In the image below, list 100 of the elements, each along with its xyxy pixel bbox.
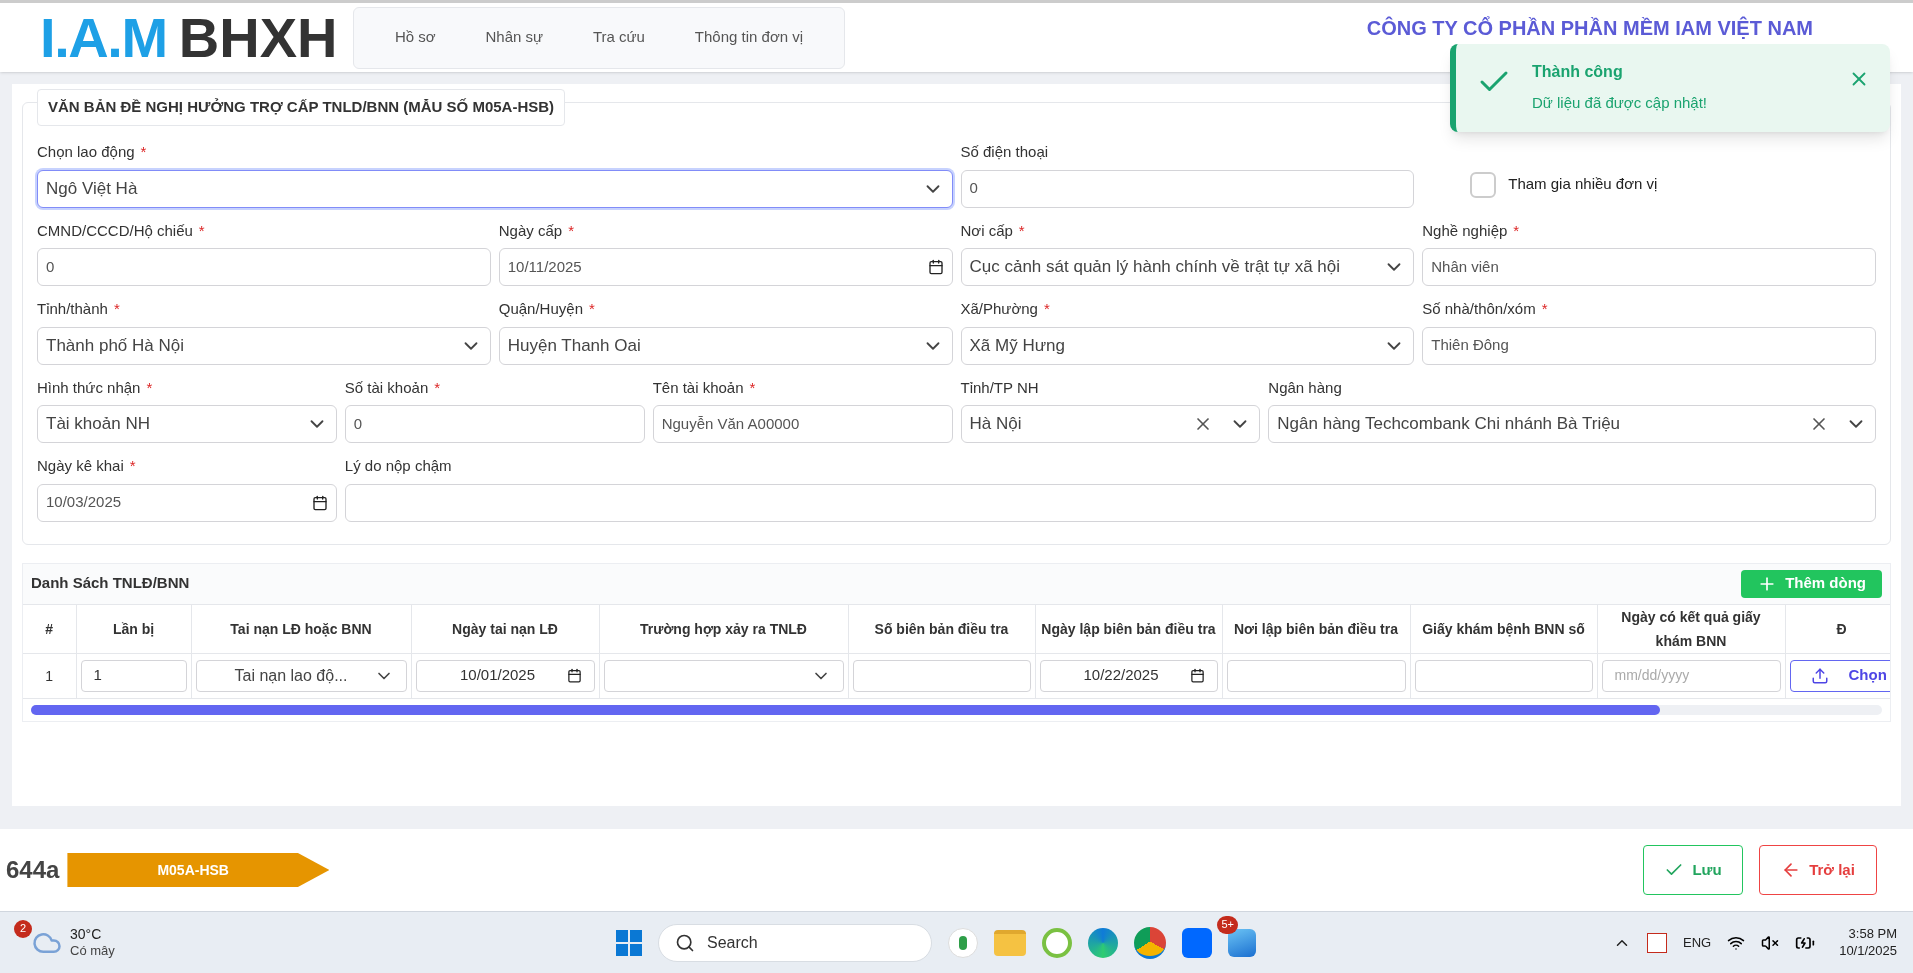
weather-condition: Có mây xyxy=(70,943,115,960)
column-header: Giấy khám bệnh BNN số xyxy=(1422,620,1585,637)
date-field[interactable]: 10/11/2025 xyxy=(498,248,953,286)
field-label: Số nhà/thôn/xóm xyxy=(1422,299,1536,319)
back-button[interactable]: Trở lại xyxy=(1759,845,1877,895)
form-title: VĂN BẢN ĐỀ NGHỊ HƯỞNG TRỢ CẤP TNLD/BNN (MẪU SỐ M05A-HSB) xyxy=(37,89,566,126)
temperature: 30°C xyxy=(70,925,103,944)
required-mark: * xyxy=(749,377,756,398)
dropdown-field[interactable]: Xã Mỹ Hưng xyxy=(960,326,1415,365)
toast-title: Thành công xyxy=(1532,62,1624,82)
clock-date: 10/1/2025 xyxy=(1839,942,1897,959)
table-title: Danh Sách TNLĐ/BNN xyxy=(31,573,190,594)
calendar-icon[interactable] xyxy=(927,259,944,275)
nav-item[interactable]: Nhân sự xyxy=(485,26,544,49)
date-field[interactable]: 10/01/2025 xyxy=(415,659,595,692)
language-indicator[interactable]: ENG xyxy=(1683,932,1712,953)
required-mark: * xyxy=(589,299,595,319)
search-icon xyxy=(675,932,695,953)
photos-icon[interactable] xyxy=(1228,928,1256,957)
field-label: Hình thức nhận xyxy=(37,377,141,398)
dropdown-field[interactable]: Cục cảnh sát quản lý hành chính về trật tự xã hội xyxy=(960,248,1415,286)
field-label: Số điện thoại xyxy=(960,142,1049,162)
calendar-icon[interactable] xyxy=(311,494,328,511)
field-label: Số tài khoản xyxy=(344,377,429,398)
input-field[interactable]: Thiên Đông xyxy=(1422,326,1876,365)
start-icon[interactable] xyxy=(616,929,642,956)
clock-time: 3:58 PM xyxy=(1848,926,1897,943)
input-field[interactable] xyxy=(852,659,1031,692)
field-label: Ngày kê khai xyxy=(37,456,124,476)
field-label: Tỉnh/thành xyxy=(37,299,108,319)
input-field[interactable]: 0 xyxy=(344,405,645,443)
choose-file-button[interactable]: Chọn xyxy=(1789,659,1890,692)
browser-icon[interactable] xyxy=(1134,926,1166,959)
input-field[interactable]: 0 xyxy=(960,169,1415,208)
toast-message: Dữ liệu đã được cập nhật! xyxy=(1532,93,1708,113)
dropdown-field[interactable]: Thành phố Hà Nội xyxy=(37,326,491,365)
required-mark: * xyxy=(434,377,441,398)
search-field[interactable]: Search xyxy=(658,923,932,962)
app-icon[interactable] xyxy=(1647,932,1667,953)
calendar-icon[interactable] xyxy=(566,668,582,683)
dropdown-field[interactable]: Ngô Việt Hà xyxy=(37,169,953,208)
input-field[interactable]: 1 xyxy=(80,659,187,692)
required-mark: * xyxy=(146,377,153,398)
input-field[interactable] xyxy=(1226,659,1406,692)
input-field[interactable] xyxy=(1414,659,1593,692)
required-mark: * xyxy=(1513,220,1520,241)
chat-app-icon[interactable] xyxy=(1182,927,1212,958)
field-label: Quận/Huyện xyxy=(498,299,583,319)
app-logo[interactable]: I.A.M BHXH xyxy=(40,9,353,66)
column-header: Ngày tai nạn LĐ xyxy=(452,620,558,637)
dropdown-field[interactable]: Huyện Thanh Oai xyxy=(498,326,953,365)
required-mark: * xyxy=(129,456,136,476)
form-tag: M05A-HSB xyxy=(67,853,330,887)
nav-item[interactable]: Hồ sơ xyxy=(394,26,436,49)
required-mark: * xyxy=(568,220,574,241)
date-field[interactable]: 10/03/2025 xyxy=(37,483,337,522)
field-label: Ngày cấp xyxy=(498,220,563,241)
field-label: Chọn lao động xyxy=(37,142,135,162)
date-field[interactable]: 10/22/2025 xyxy=(1039,659,1218,692)
dropdown-field[interactable]: Tài khoản NH xyxy=(37,405,337,443)
company-name: CÔNG TY CỔ PHẦN PHẦN MỀM IAM VIỆT NAM xyxy=(1366,15,1813,41)
field-label: CMND/CCCD/Hộ chiếu xyxy=(37,220,193,241)
field-label: Ngân hàng xyxy=(1268,377,1342,398)
input-field[interactable]: Nhân viên xyxy=(1422,248,1876,286)
dropdown-field[interactable]: Tai nạn lao độ... xyxy=(195,659,407,692)
column-header: Lần bị xyxy=(112,620,155,637)
upload-icon xyxy=(1810,666,1829,685)
mute-icon[interactable] xyxy=(1761,933,1780,952)
column-header: Đ xyxy=(1836,620,1847,637)
required-mark: * xyxy=(1018,220,1025,241)
column-header: Ngày có kết quả giấy khám BNN xyxy=(1621,608,1761,649)
column-header: Trường hợp xảy ra TNLĐ xyxy=(640,620,807,637)
column-header: Tai nạn LĐ hoặc BNN xyxy=(230,620,372,637)
column-header: Nơi lập biên bản điều tra xyxy=(1234,620,1398,637)
dropdown-field[interactable] xyxy=(603,659,844,692)
input-field[interactable] xyxy=(344,483,1876,522)
required-mark: * xyxy=(1043,299,1050,319)
field-label: Tên tài khoản xyxy=(652,377,744,398)
field-label: Xã/Phường xyxy=(960,299,1038,319)
column-header: Ngày lập biên bản điều tra xyxy=(1041,620,1216,637)
input-field[interactable]: 0 xyxy=(37,248,491,286)
required-mark: * xyxy=(198,220,205,241)
horizontal-scrollbar[interactable] xyxy=(31,704,1882,715)
browser-icon[interactable] xyxy=(1088,927,1118,958)
row-number: 1 xyxy=(45,667,54,684)
required-mark: * xyxy=(140,142,147,162)
notification-badge: 2 xyxy=(14,919,32,938)
column-header: # xyxy=(45,620,54,637)
field-label: Lý do nộp chậm xyxy=(344,456,452,476)
required-mark: * xyxy=(113,299,120,319)
field-label: Tỉnh/TP NH xyxy=(960,377,1039,398)
nav-item[interactable]: Thông tin đơn vị xyxy=(694,26,804,49)
input-field[interactable]: Nguyễn Văn A00000 xyxy=(652,405,953,443)
checkbox[interactable] xyxy=(1470,171,1497,198)
dropdown-field[interactable]: Hà Nội xyxy=(960,405,1261,443)
required-mark: * xyxy=(1541,299,1548,319)
notification-badge: 5+ xyxy=(1217,915,1238,934)
nav-item[interactable]: Tra cứu xyxy=(592,26,645,49)
dropdown-field[interactable]: Ngân hàng Techcombank Chi nhánh Bà Triệu xyxy=(1268,405,1876,443)
calendar-icon[interactable] xyxy=(1189,668,1205,683)
